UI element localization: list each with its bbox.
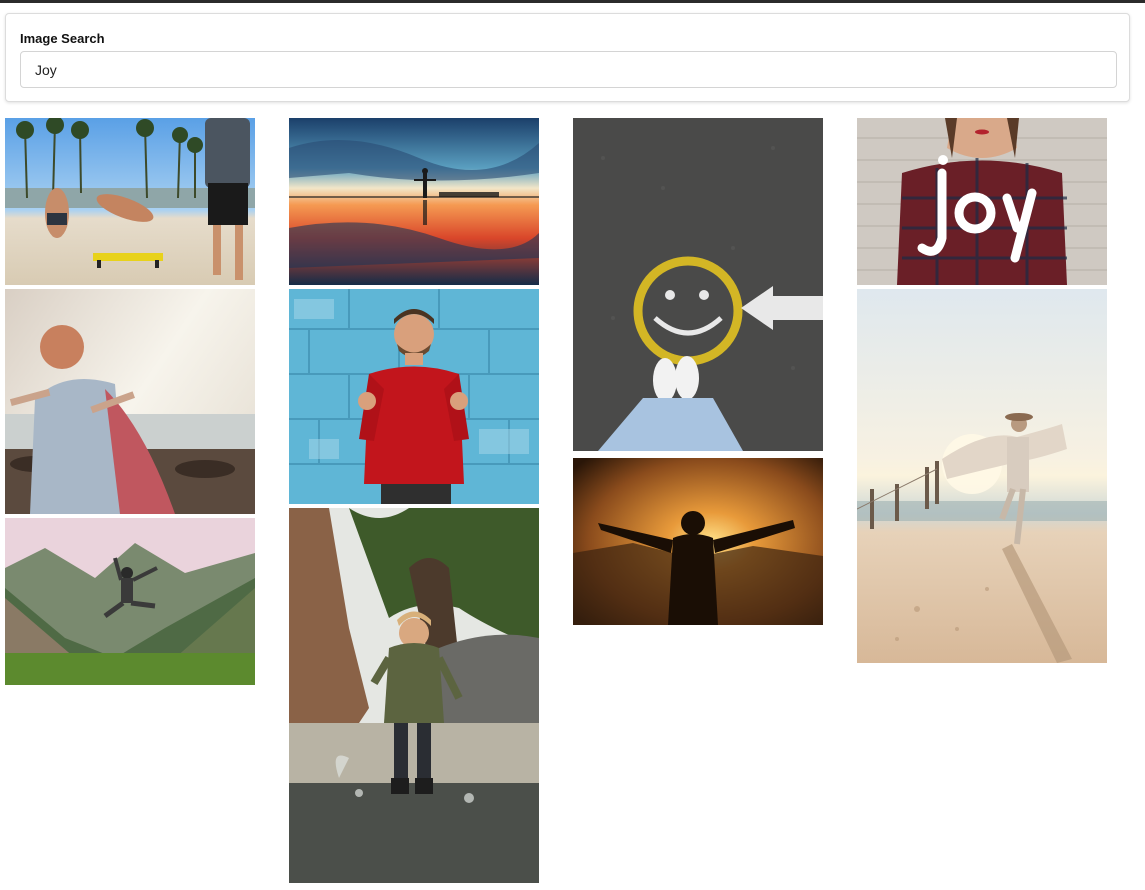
search-card: Image Search (5, 13, 1130, 102)
top-border (0, 0, 1145, 3)
photo-arms-raised-sunset[interactable] (573, 458, 823, 625)
photo-woman-seashore[interactable] (5, 289, 255, 514)
photo-mountain-jump[interactable] (5, 518, 255, 685)
search-input[interactable] (20, 51, 1117, 88)
search-label: Image Search (20, 31, 105, 46)
photo-beach-dancing[interactable] (857, 289, 1107, 663)
photo-laughing-man[interactable] (289, 289, 539, 504)
photo-beach-volleyball[interactable] (5, 118, 255, 285)
photo-smiley-asphalt[interactable] (573, 118, 823, 451)
photo-child-puddle[interactable] (289, 508, 539, 883)
photo-joy-sign[interactable] (857, 118, 1107, 285)
photo-sunset-reflection[interactable] (289, 118, 539, 285)
